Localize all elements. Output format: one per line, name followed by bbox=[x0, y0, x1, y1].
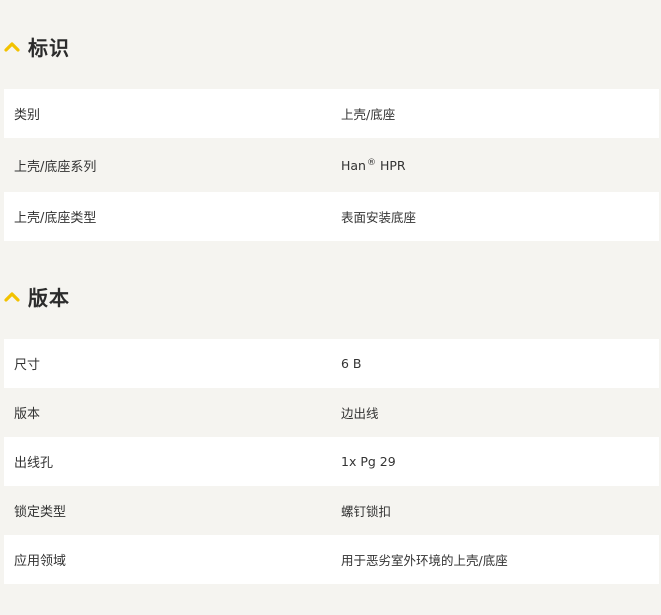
spec-value: 上壳/底座 bbox=[341, 107, 396, 122]
spec-value: 1x Pg 29 bbox=[341, 454, 396, 469]
spec-label: 上壳/底座类型 bbox=[14, 211, 97, 226]
spec-label: 锁定类型 bbox=[14, 505, 67, 520]
table-row: 类别 上壳/底座 bbox=[4, 89, 659, 138]
table-row: 应用领域 用于恶劣室外环境的上壳/底座 bbox=[4, 535, 659, 584]
chevron-up-icon bbox=[4, 292, 20, 302]
product-spec-page: 标识 类别 上壳/底座 上壳/底座系列 Han® HPR 上壳/底座类型 表面安… bbox=[0, 0, 661, 615]
spec-label: 应用领域 bbox=[14, 554, 67, 569]
spec-value: 螺钉锁扣 bbox=[341, 504, 392, 519]
spec-value-suffix: HPR bbox=[375, 157, 406, 173]
spec-value: 表面安装底座 bbox=[341, 210, 417, 225]
section-header-identification[interactable]: 标识 bbox=[4, 31, 70, 61]
spec-value: 6 B bbox=[341, 356, 362, 371]
spec-label: 类别 bbox=[14, 108, 41, 123]
spec-value: 边出线 bbox=[341, 406, 379, 421]
table-row: 锁定类型 螺钉锁扣 bbox=[4, 486, 659, 535]
table-row: 上壳/底座系列 Han® HPR bbox=[4, 138, 659, 192]
spec-label: 版本 bbox=[14, 407, 41, 422]
registered-mark: ® bbox=[366, 157, 376, 168]
table-row: 尺寸 6 B bbox=[4, 339, 659, 388]
spec-label: 尺寸 bbox=[14, 358, 41, 373]
spec-table-version: 尺寸 6 B 版本 边出线 出线孔 1x Pg 29 锁定类型 螺钉锁扣 应用领… bbox=[4, 339, 659, 584]
spec-label: 出线孔 bbox=[14, 456, 54, 471]
table-row: 版本 边出线 bbox=[4, 388, 659, 437]
spec-value: Han® HPR bbox=[331, 158, 659, 173]
spec-value: 用于恶劣室外环境的上壳/底座 bbox=[341, 553, 508, 568]
table-row: 出线孔 1x Pg 29 bbox=[4, 437, 659, 486]
section-header-version[interactable]: 版本 bbox=[4, 281, 70, 311]
table-row: 上壳/底座类型 表面安装底座 bbox=[4, 192, 659, 241]
chevron-up-icon bbox=[4, 42, 20, 52]
spec-value-main: Han bbox=[341, 157, 366, 173]
spec-label: 上壳/底座系列 bbox=[14, 159, 97, 175]
section-title: 版本 bbox=[28, 285, 70, 310]
section-title: 标识 bbox=[28, 35, 70, 60]
spec-table-identification: 类别 上壳/底座 上壳/底座系列 Han® HPR 上壳/底座类型 表面安装底座 bbox=[4, 89, 659, 241]
